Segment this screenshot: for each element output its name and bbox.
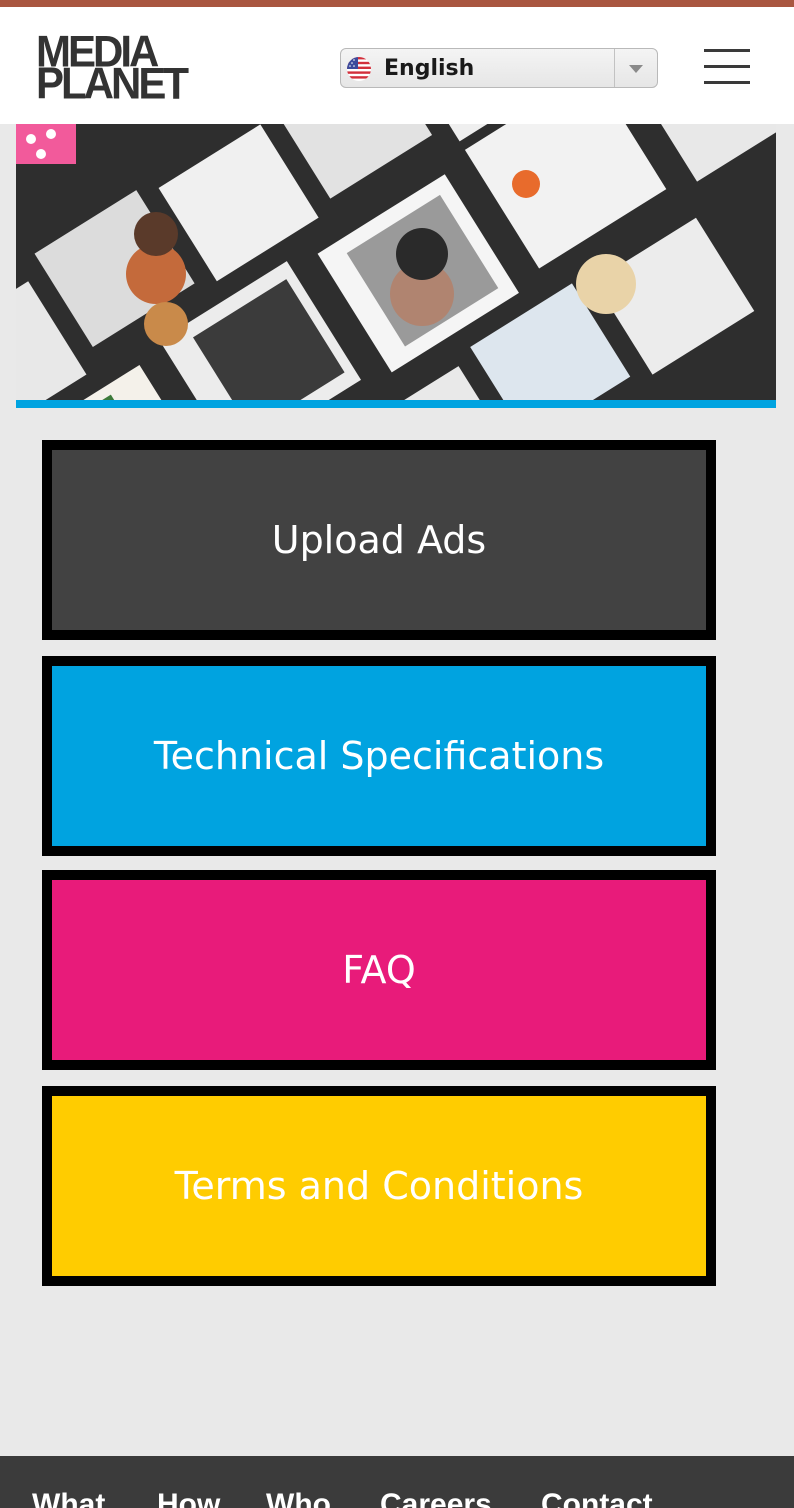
footer-link-contact[interactable]: Contact <box>541 1488 653 1508</box>
footer-link-careers[interactable]: Careers <box>380 1488 492 1508</box>
hero-banner-image <box>16 124 776 408</box>
language-selected-value: English <box>384 56 475 81</box>
faq-label: FAQ <box>342 948 416 992</box>
site-footer: What How Who Careers Contact <box>0 1456 794 1508</box>
hamburger-menu-icon[interactable] <box>704 47 750 87</box>
select-divider <box>614 49 615 87</box>
footer-link-what[interactable]: What <box>32 1488 105 1508</box>
mediaplanet-logo[interactable]: MEDIA PLANET <box>36 29 206 108</box>
terms-and-conditions-label: Terms and Conditions <box>174 1164 584 1208</box>
site-header: MEDIA PLANET English <box>0 7 794 124</box>
upload-ads-label: Upload Ads <box>271 518 487 562</box>
faq-button[interactable]: FAQ <box>42 870 716 1070</box>
technical-specifications-button[interactable]: Technical Specifications <box>42 656 716 856</box>
terms-and-conditions-button[interactable]: Terms and Conditions <box>42 1086 716 1286</box>
logo-line-2: PLANET <box>36 58 189 108</box>
technical-specifications-label: Technical Specifications <box>153 734 605 778</box>
footer-link-how[interactable]: How <box>157 1488 220 1508</box>
top-accent-bar <box>0 0 794 7</box>
upload-ads-button[interactable]: Upload Ads <box>42 440 716 640</box>
language-select[interactable]: English <box>340 48 658 88</box>
us-flag-icon <box>347 57 371 81</box>
chevron-down-icon[interactable] <box>625 61 647 77</box>
footer-link-who[interactable]: Who <box>266 1488 331 1508</box>
